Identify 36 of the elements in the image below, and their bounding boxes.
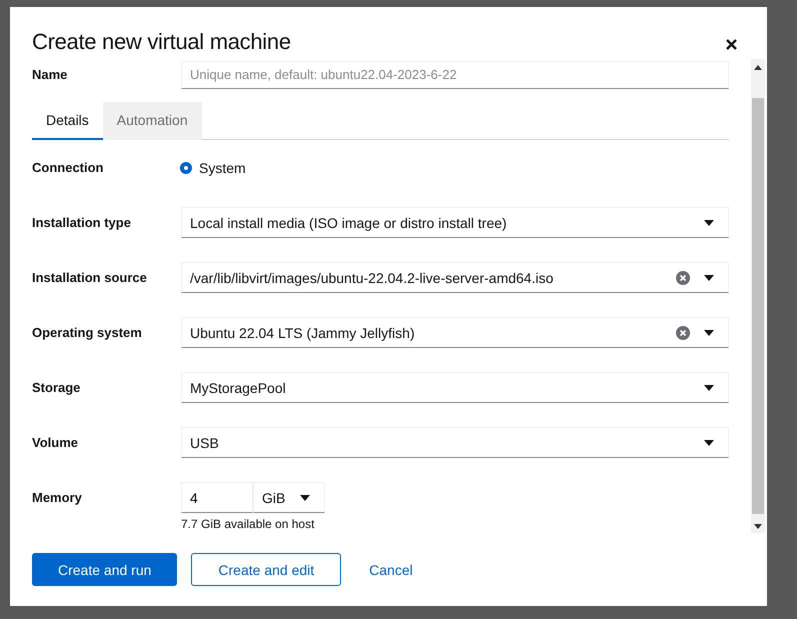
caret-icon [704, 220, 714, 226]
dialog-title: Create new virtual machine [32, 29, 291, 55]
radio-button[interactable] [181, 162, 191, 172]
field-label: Connection [32, 159, 104, 177]
radio-label: System [199, 160, 246, 176]
select-field[interactable]: /var/lib/libvirt/images/ubuntu-22.04.2-live-server-amd64.iso [181, 262, 729, 293]
scrollbar-thumb[interactable] [752, 98, 764, 514]
field-label: Memory [32, 489, 83, 507]
caret-icon [300, 494, 310, 500]
field-label: Storage [32, 379, 82, 397]
scroll-down-icon[interactable] [754, 524, 762, 529]
field-label: Installation source [32, 269, 148, 287]
select-field[interactable]: Ubuntu 22.04 LTS (Jammy Jellyfish) [181, 317, 729, 348]
select-field[interactable]: MyStoragePool [181, 372, 729, 403]
name-input[interactable]: Unique name, default: ubuntu22.04-2023-6-22 [181, 60, 729, 88]
memory-input[interactable]: 4 [181, 482, 253, 513]
field-label: Operating system [32, 324, 143, 342]
helper-text: 7.7 GiB available on host [181, 517, 316, 531]
unit-select[interactable]: GiB [253, 482, 325, 513]
clear-icon[interactable] [676, 326, 690, 340]
caret-icon [704, 384, 714, 390]
field-label: Volume [32, 434, 79, 452]
action-button[interactable]: Create and run [32, 553, 178, 586]
select-field[interactable]: Local install media (ISO image or distro install tree) [181, 207, 729, 238]
close-icon[interactable] [726, 39, 737, 50]
caret-icon [704, 274, 714, 280]
select-field[interactable]: USB [181, 427, 729, 458]
field-label: Installation type [32, 214, 132, 232]
field-label: Name [32, 66, 68, 84]
caret-icon [704, 440, 714, 446]
action-button[interactable]: Create and edit [191, 553, 342, 586]
caret-icon [704, 330, 714, 336]
clear-icon[interactable] [676, 270, 690, 284]
cancel-link[interactable]: Cancel [355, 553, 427, 586]
scroll-up-icon[interactable] [754, 65, 762, 70]
tab[interactable]: Automation [102, 102, 202, 140]
